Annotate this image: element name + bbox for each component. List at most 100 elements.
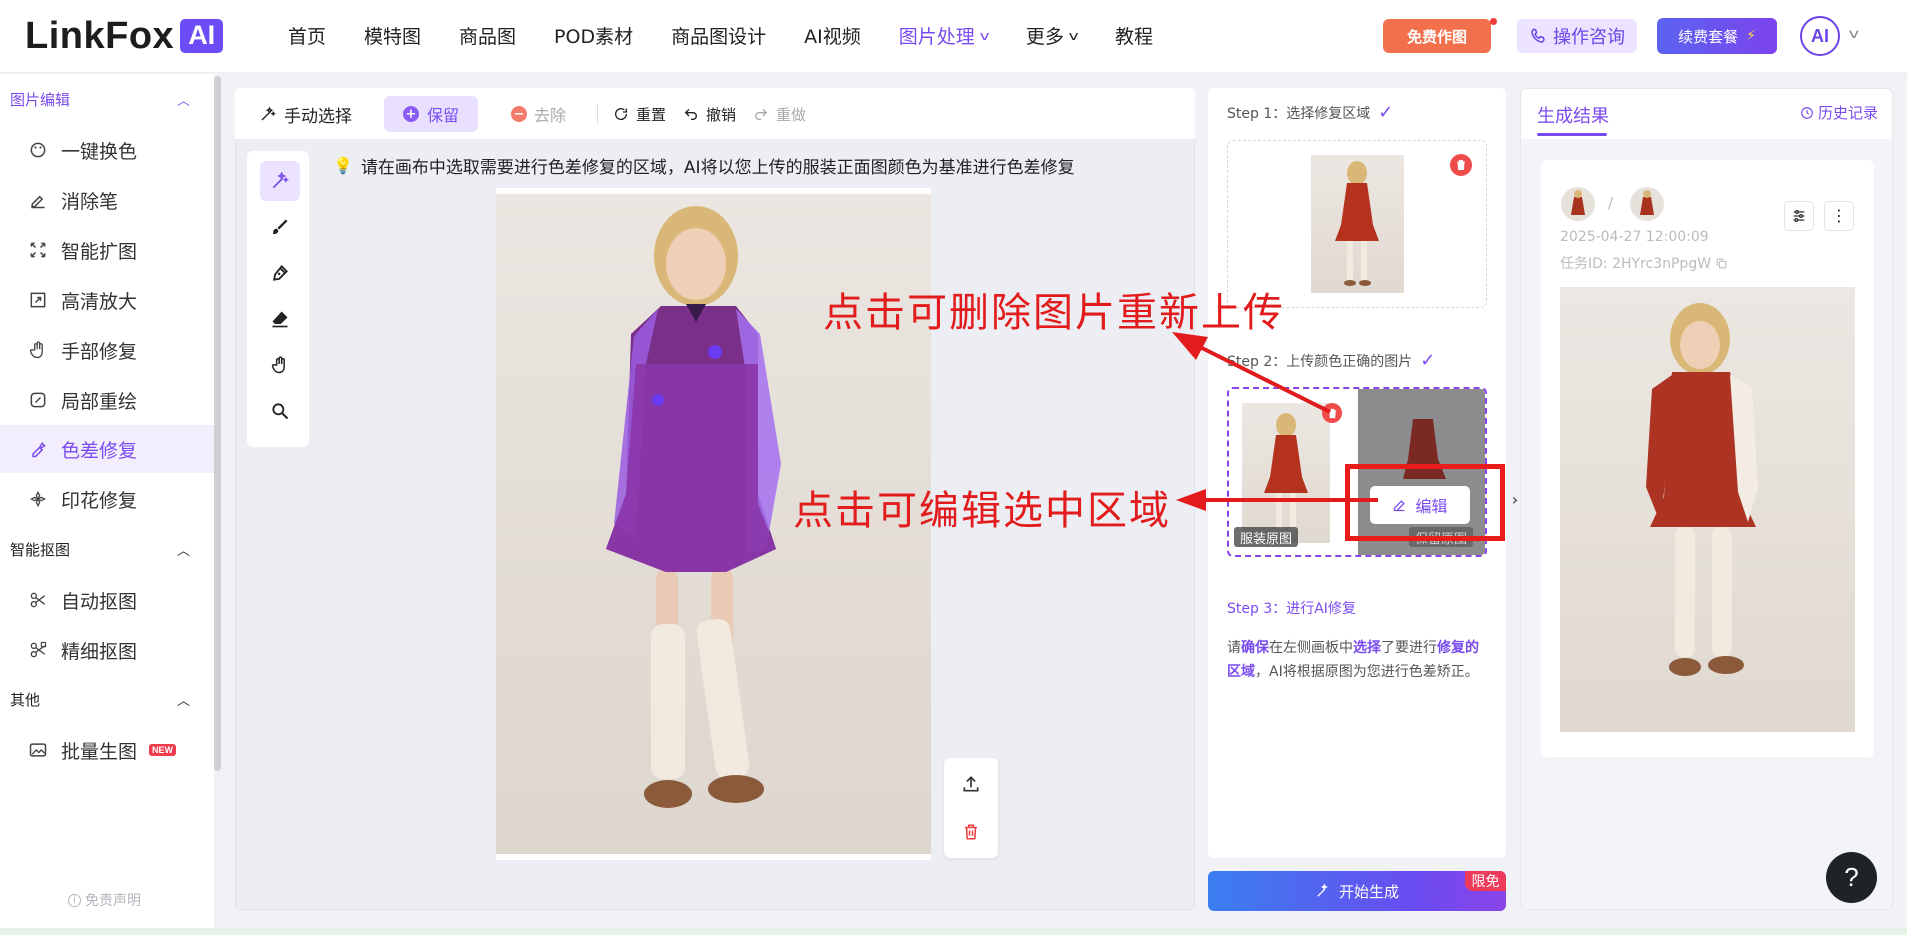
nav-item[interactable]: 教程 [1115, 22, 1153, 49]
upscale-icon [27, 289, 49, 311]
nav-item[interactable]: 商品图 [459, 22, 516, 49]
sidebar-item-batch-generate[interactable]: 批量生图 NEW [0, 726, 214, 774]
sidebar-item-hd-upscale[interactable]: 高清放大 [0, 276, 214, 324]
copy-icon[interactable] [1715, 257, 1728, 270]
annotation-delete-tip: 点击可删除图片重新上传 [823, 290, 1285, 336]
remove-label: 去除 [534, 106, 567, 125]
drawing-tools-panel [247, 151, 309, 447]
sidebar-item-fine-cutout[interactable]: 精细抠图 [0, 626, 214, 674]
sidebar-item-auto-cutout[interactable]: 自动抠图 [0, 576, 214, 624]
tab-underline [1537, 133, 1607, 136]
start-generate-button[interactable]: 开始生成 [1208, 871, 1506, 911]
nav-item[interactable]: POD素材 [554, 22, 633, 49]
nav-item-label: AI视频 [804, 26, 861, 48]
new-badge: NEW [149, 744, 177, 756]
chevron-down-icon: v [979, 28, 990, 43]
section-title: 其他 [10, 690, 41, 709]
zoom-tool[interactable] [260, 391, 300, 431]
phone-icon [1531, 28, 1545, 43]
nav-item[interactable]: 更多 v [1026, 22, 1079, 49]
brush-tool[interactable] [260, 207, 300, 247]
sidebar-item-smart-expand[interactable]: 智能扩图 [0, 226, 214, 274]
delete-reference-image-button[interactable] [1322, 403, 1342, 423]
delete-canvas-button[interactable] [962, 822, 980, 846]
section-other[interactable]: 其他 ︿ [0, 684, 200, 714]
step3-description: 请确保在左侧画板中选择了要进行修复的区域，AI将根据原图为您进行色差矫正。 [1227, 640, 1479, 680]
result-reference-thumbnail[interactable] [1630, 187, 1664, 221]
linkfox-logo[interactable]: LinkFox AI [25, 14, 224, 58]
sidebar-item-local-redraw[interactable]: 局部重绘 [0, 376, 214, 424]
undo-icon [684, 108, 697, 120]
undo-button[interactable]: 撤销 [683, 88, 736, 140]
print-fix-icon [27, 488, 49, 510]
pen-tool[interactable] [260, 253, 300, 293]
upload-button[interactable] [961, 774, 981, 798]
free-create-button[interactable]: 免费作图 [1383, 19, 1491, 53]
hand-icon [271, 356, 285, 374]
sidebar-item-label: 色差修复 [61, 439, 138, 462]
sidebar-item-hand-fix[interactable]: 手部修复 [0, 326, 214, 374]
sidebar-item-label: 自动抠图 [61, 590, 138, 613]
result-input-thumbnail[interactable] [1561, 187, 1595, 221]
magic-select-tool[interactable] [260, 161, 300, 201]
keep-button[interactable]: + 保留 [384, 96, 478, 132]
step2-title: Step 2：上传颜色正确的图片 ✓ [1227, 350, 1435, 371]
history-link[interactable]: 历史记录 [1800, 102, 1878, 123]
sidebar-item-one-click-recolor[interactable]: 一键换色 [0, 126, 214, 174]
color-fix-icon [27, 438, 49, 460]
notification-dot [1490, 18, 1497, 25]
consult-button[interactable]: 操作咨询 [1517, 19, 1637, 53]
reset-button[interactable]: 重置 [613, 88, 666, 140]
chevron-up-icon: ︿ [176, 543, 190, 559]
sliders-icon [1793, 210, 1805, 222]
expand-icon [27, 239, 49, 261]
result-task-id: 任务ID: 2HYrc3nPpgW [1560, 253, 1728, 273]
reference-original-thumbnail [1242, 403, 1330, 543]
nav-item[interactable]: 图片处理 v [899, 22, 990, 49]
section-smart-cutout[interactable]: 智能抠图 ︿ [0, 534, 200, 564]
hand-icon [27, 339, 49, 361]
pan-tool[interactable] [260, 345, 300, 385]
delete-step1-image-button[interactable] [1450, 154, 1472, 176]
nav-item[interactable]: AI视频 [804, 22, 861, 49]
auto-cutout-icon [27, 589, 49, 611]
help-button[interactable]: ? [1826, 852, 1877, 903]
sidebar-item-label: 一键换色 [61, 140, 138, 163]
result-image[interactable] [1560, 287, 1855, 732]
remove-button[interactable]: − 去除 [511, 88, 566, 140]
nav-item[interactable]: 商品图设计 [671, 22, 766, 49]
sidebar-scrollbar[interactable] [214, 76, 221, 771]
disclaimer-link[interactable]: i 免责声明 [68, 890, 141, 910]
redo-button[interactable]: 重做 [753, 88, 806, 140]
redo-label: 重做 [776, 105, 807, 124]
sidebar-item-label: 精细抠图 [61, 640, 138, 663]
eraser-tool[interactable] [260, 299, 300, 339]
adjust-settings-button[interactable] [1784, 201, 1814, 231]
redraw-icon [27, 389, 49, 411]
nav-item-label: 商品图 [459, 26, 517, 48]
history-label: 历史记录 [1818, 104, 1879, 122]
hint-text: 请在画布中选取需要进行色差修复的区域，AI将以您上传的服装正面图颜色为基准进行色… [360, 158, 1075, 178]
sidebar-item-label: 批量生图 [61, 740, 138, 763]
nav-item[interactable]: 模特图 [364, 22, 421, 49]
chevron-down-icon[interactable]: v [1848, 27, 1859, 42]
section-title: 智能抠图 [10, 540, 71, 559]
sidebar-item-print-fix[interactable]: 印花修复 [0, 475, 214, 523]
step1-label: Step 1：选择修复区域 [1227, 105, 1371, 122]
logo-text: LinkFox [25, 14, 175, 57]
manual-select-tool[interactable]: 手动选择 [259, 88, 352, 140]
nav-item-label: 模特图 [364, 26, 422, 48]
chevron-down-icon: v [1068, 28, 1079, 43]
user-avatar[interactable]: AI [1800, 16, 1840, 56]
task-id-text: 任务ID: 2HYrc3nPpgW [1560, 256, 1712, 272]
sidebar-item-eraser[interactable]: 消除笔 [0, 176, 214, 224]
tab-results[interactable]: 生成结果 [1537, 102, 1609, 128]
section-image-edit[interactable]: 图片编辑 ︿ [0, 84, 200, 114]
renew-plan-button[interactable]: 续费套餐 ⚡ [1657, 18, 1777, 54]
annotation-highlight-box [1345, 464, 1505, 541]
bottom-strip [0, 928, 1907, 935]
redo-icon [755, 108, 768, 120]
nav-item[interactable]: 首页 [288, 22, 326, 49]
more-options-button[interactable]: ⋮ [1824, 201, 1854, 231]
sidebar-item-color-fix[interactable]: 色差修复 [0, 425, 214, 473]
